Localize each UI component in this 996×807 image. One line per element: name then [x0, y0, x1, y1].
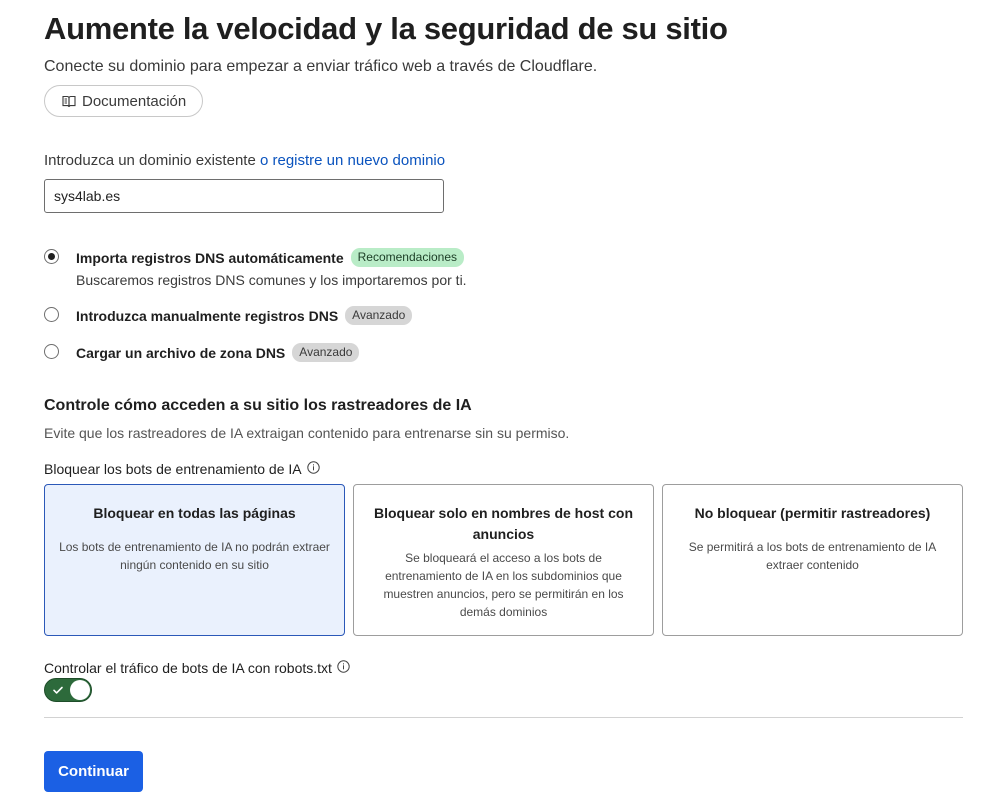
robots-txt-label: Controlar el tráfico de bots de IA con r… — [44, 660, 350, 676]
dns-option-zone-file[interactable]: Cargar un archivo de zona DNS Avanzado — [44, 343, 360, 362]
card-description: Se permitirá a los bots de entrenamiento… — [688, 540, 937, 572]
dns-option-label: Cargar un archivo de zona DNS — [76, 344, 286, 361]
book-icon — [62, 95, 76, 108]
dns-option-manual[interactable]: Introduzca manualmente registros DNS Ava… — [44, 306, 413, 325]
recommended-badge: Recomendaciones — [350, 248, 465, 267]
robots-txt-label-text: Controlar el tráfico de bots de IA con r… — [44, 660, 332, 676]
info-icon[interactable] — [337, 660, 350, 676]
ai-section-title: Controle cómo acceden a su sitio los ras… — [44, 397, 472, 414]
card-title: Bloquear en todas las páginas — [93, 505, 296, 521]
documentation-button[interactable]: Documentación — [44, 85, 204, 117]
robots-txt-toggle[interactable] — [44, 678, 92, 702]
domain-label-text: Introduzca un dominio existente — [44, 152, 256, 169]
documentation-button-label: Documentación — [82, 92, 187, 110]
radio-zone-file[interactable] — [44, 344, 59, 359]
register-domain-link[interactable]: o registre un nuevo dominio — [260, 152, 445, 169]
info-icon[interactable] — [306, 461, 320, 477]
toggle-knob — [70, 680, 90, 700]
domain-input[interactable] — [44, 179, 444, 213]
radio-manual-dns[interactable] — [44, 307, 59, 322]
dns-option-import[interactable]: Importa registros DNS automáticamente Re… — [44, 248, 467, 288]
block-bots-label: Bloquear los bots de entrenamiento de IA — [44, 461, 320, 477]
card-description: Los bots de entrenamiento de IA no podrá… — [59, 540, 330, 572]
advanced-badge: Avanzado — [345, 306, 413, 325]
divider — [44, 717, 963, 718]
radio-import-dns[interactable] — [44, 249, 59, 264]
continue-button[interactable]: Continuar — [44, 751, 143, 792]
block-bots-label-text: Bloquear los bots de entrenamiento de IA — [44, 461, 302, 477]
page-subtitle: Conecte su dominio para empezar a enviar… — [44, 58, 598, 75]
block-option-allow[interactable]: No bloquear (permitir rastreadores) Se p… — [662, 484, 963, 636]
card-description: Se bloqueará el acceso a los bots de ent… — [383, 551, 624, 619]
check-icon — [52, 683, 64, 701]
block-option-all-pages[interactable]: Bloquear en todas las páginas Los bots d… — [44, 484, 345, 636]
dns-option-description: Buscaremos registros DNS comunes y los i… — [76, 272, 467, 288]
dns-option-label: Importa registros DNS automáticamente — [76, 249, 344, 266]
card-title: Bloquear solo en nombres de host con anu… — [373, 505, 634, 542]
dns-option-label: Introduzca manualmente registros DNS — [76, 307, 339, 324]
domain-field-label: Introduzca un dominio existente o regist… — [44, 152, 445, 169]
card-title: No bloquear (permitir rastreadores) — [694, 505, 931, 521]
page-title: Aumente la velocidad y la seguridad de s… — [44, 11, 728, 46]
ai-section-description: Evite que los rastreadores de IA extraig… — [44, 425, 570, 441]
block-option-ad-hostnames[interactable]: Bloquear solo en nombres de host con anu… — [353, 484, 654, 636]
advanced-badge: Avanzado — [292, 343, 360, 362]
